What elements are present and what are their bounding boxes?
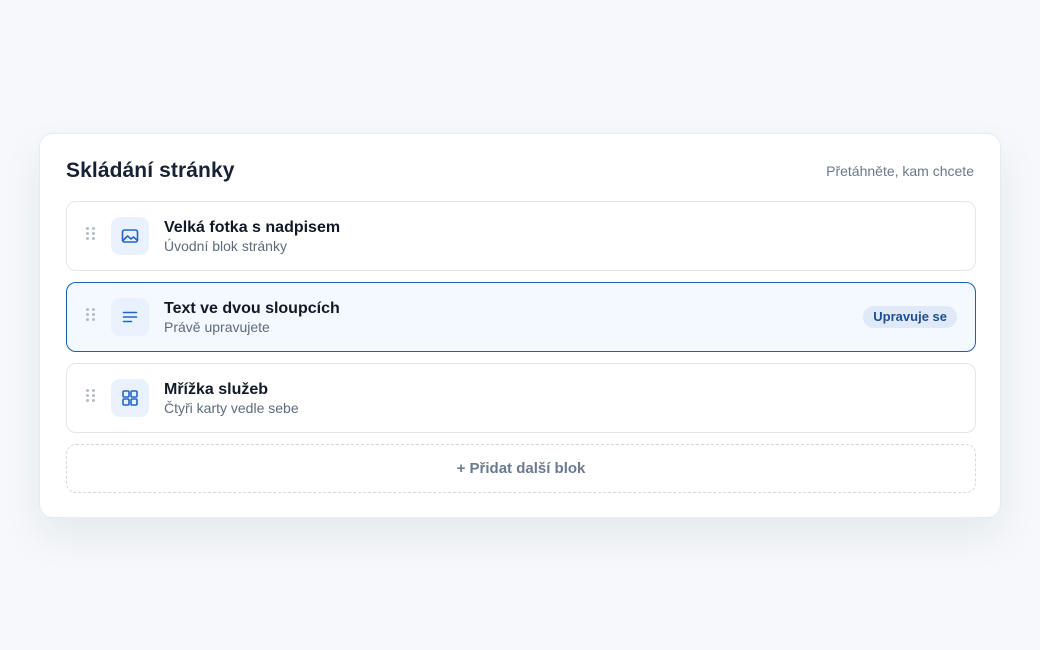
block-item-hero[interactable]: Velká fotka s nadpisem Úvodní blok strán…: [66, 201, 976, 271]
block-item-two-columns[interactable]: Text ve dvou sloupcích Právě upravujete …: [66, 282, 976, 352]
drag-handle-icon[interactable]: [86, 308, 96, 322]
editing-status-badge: Upravuje se: [863, 306, 957, 328]
panel-title: Skládání stránky: [66, 159, 235, 182]
drag-handle-icon[interactable]: [86, 389, 96, 403]
add-block-button[interactable]: + Přidat další blok: [66, 444, 976, 493]
block-subtitle: Právě upravujete: [164, 319, 270, 335]
block-subtitle: Úvodní blok stránky: [164, 238, 287, 254]
drag-hint: Přetáhněte, kam chcete: [826, 163, 974, 179]
grid-icon: [111, 379, 149, 417]
page-builder-panel: Skládání stránky Přetáhněte, kam chcete …: [39, 133, 1001, 518]
block-subtitle: Čtyři karty vedle sebe: [164, 400, 299, 416]
block-title: Text ve dvou sloupcích: [164, 300, 340, 317]
panel-header: Skládání stránky Přetáhněte, kam chcete: [66, 156, 974, 186]
image-icon: [111, 217, 149, 255]
block-item-services-grid[interactable]: Mřížka služeb Čtyři karty vedle sebe: [66, 363, 976, 433]
drag-handle-icon[interactable]: [86, 227, 96, 241]
text-lines-icon: [111, 298, 149, 336]
block-title: Velká fotka s nadpisem: [164, 219, 341, 236]
block-title: Mřížka služeb: [164, 381, 269, 398]
